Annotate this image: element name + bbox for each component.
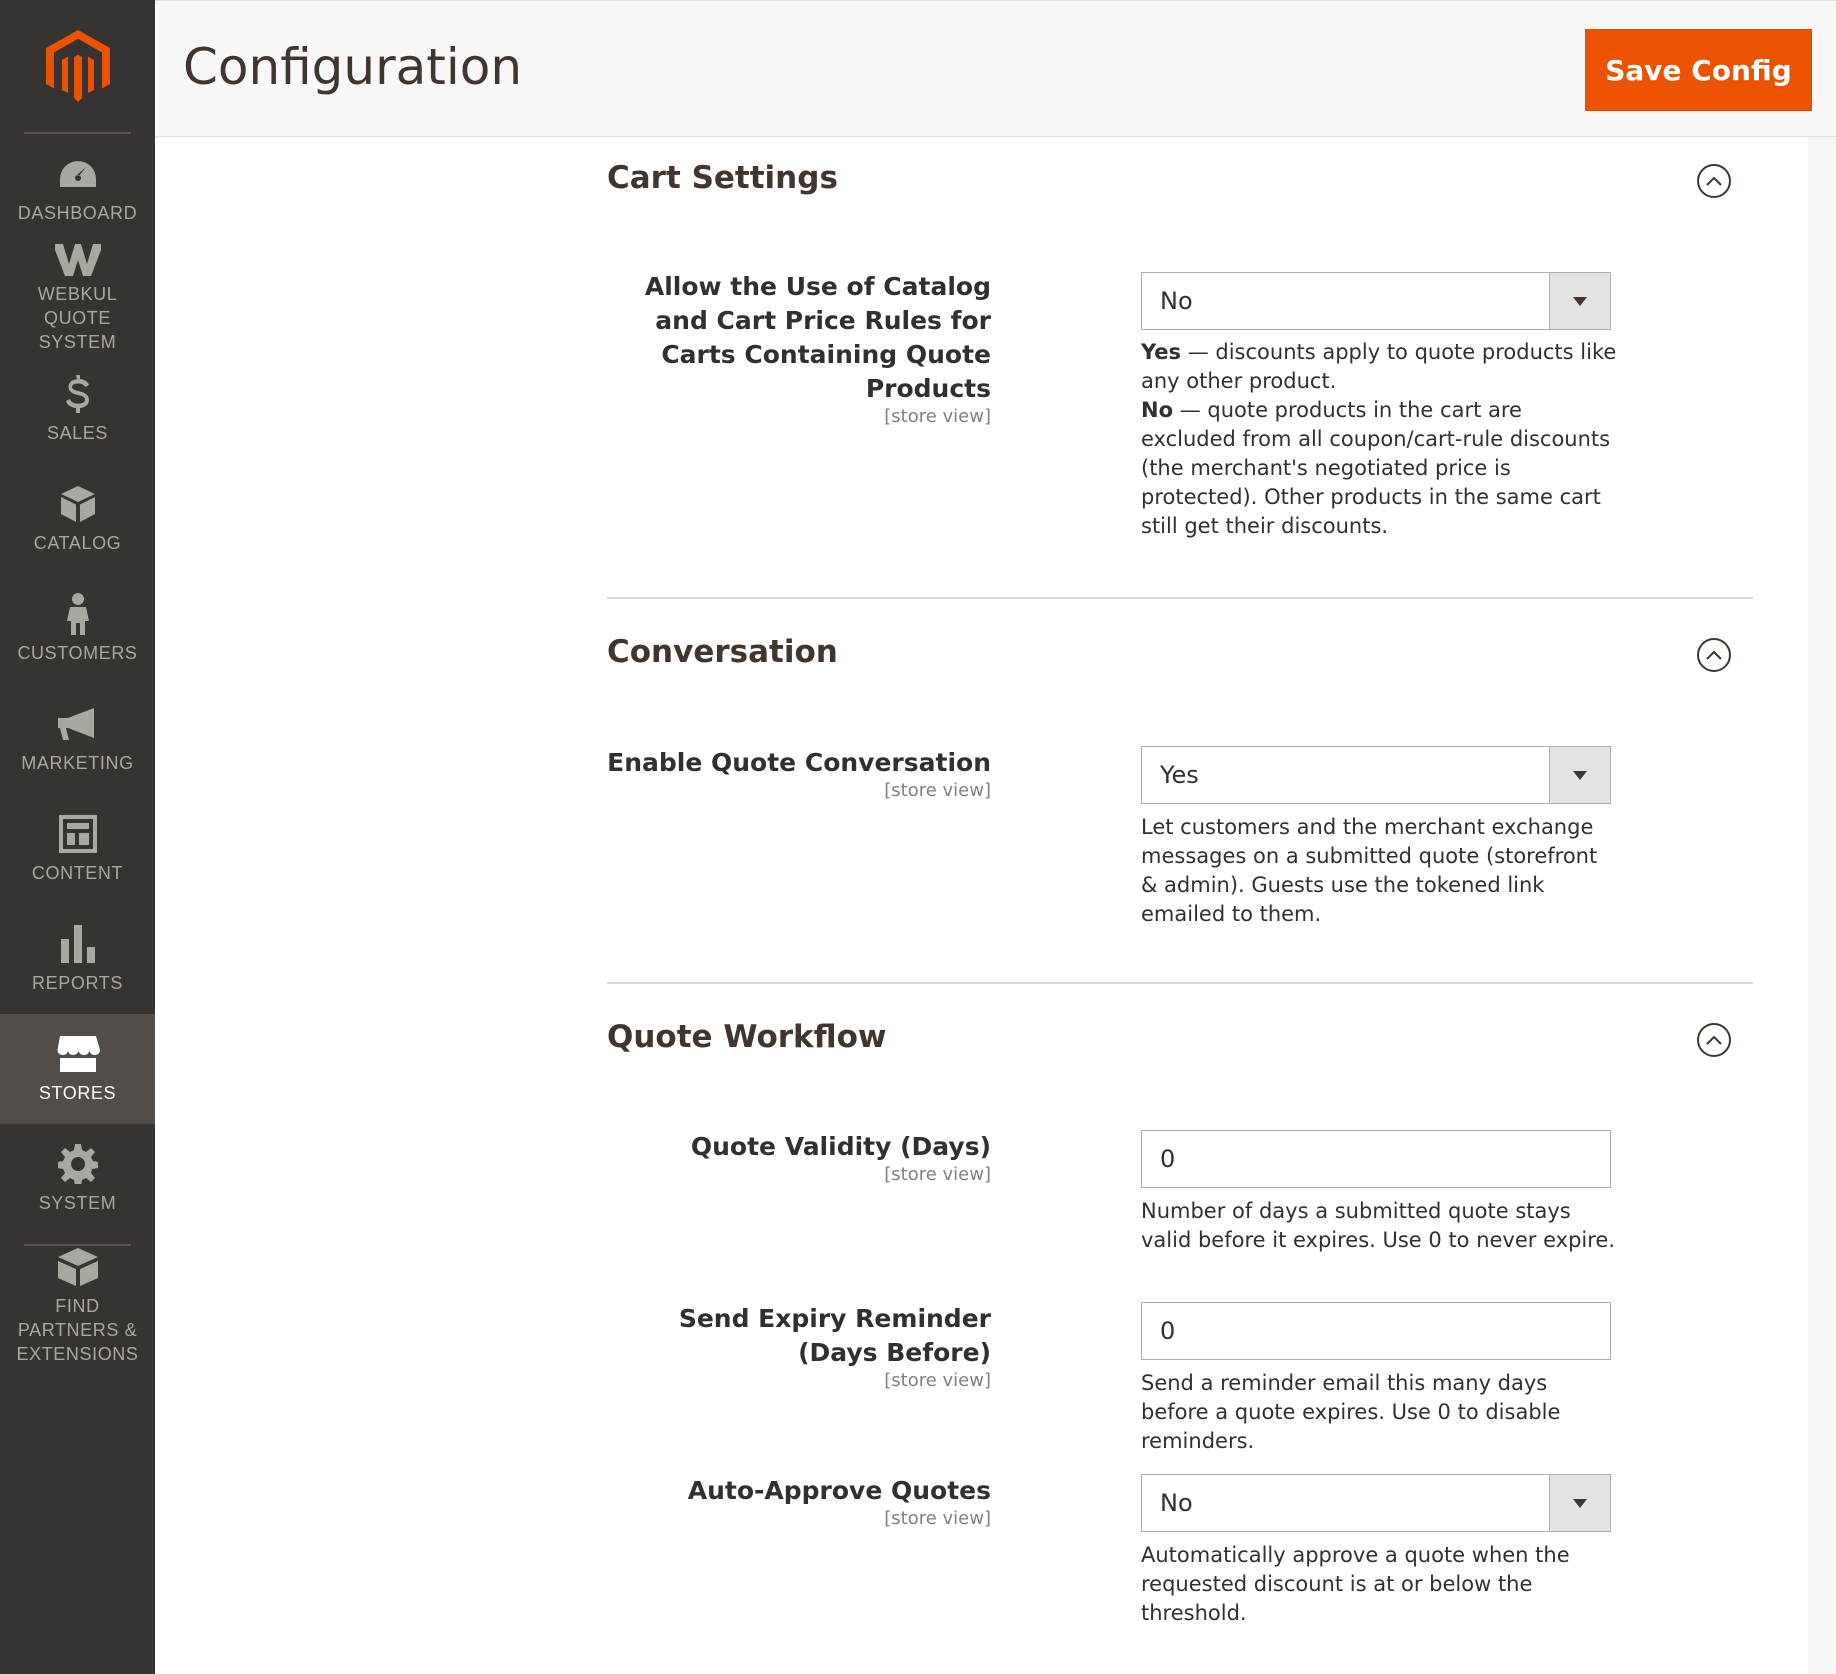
sidebar-item-customers[interactable]: CUSTOMERS (0, 574, 155, 684)
config-main: Cart Settings Allow the Use of Catalog a… (155, 138, 1808, 1674)
field-label: Enable Quote Conversation [store view] (607, 746, 991, 802)
field-label-text: Allow the Use of Catalog and Cart Price … (644, 272, 991, 403)
sidebar-item-label: CATALOG (33, 533, 122, 553)
chevron-up-icon (1706, 1035, 1722, 1045)
field-note: Yes — discounts apply to quote products … (1141, 338, 1617, 541)
box-icon (60, 483, 95, 525)
bar-chart-icon (60, 923, 95, 965)
note-text-no: — quote products in the cart are exclude… (1141, 398, 1611, 538)
collapse-toggle[interactable] (1697, 164, 1731, 198)
quote-validity-input[interactable]: 0 (1141, 1130, 1611, 1188)
field-note: Automatically approve a quote when the r… (1141, 1543, 1570, 1625)
sidebar-item-label: DASHBOARD (17, 203, 138, 223)
select-value: No (1160, 1489, 1193, 1517)
chevron-up-icon (1706, 650, 1722, 660)
person-icon (66, 593, 89, 635)
sidebar-item-stores[interactable]: STORES (0, 1014, 155, 1124)
scope-label: [store view] (884, 406, 991, 427)
input-value: 0 (1160, 1145, 1176, 1173)
field-note: Number of days a submitted quote stays v… (1141, 1199, 1615, 1252)
collapse-toggle[interactable] (1697, 638, 1731, 672)
sidebar-item-webkul-quote-system[interactable]: WEBKUL QUOTE SYSTEM (0, 244, 155, 354)
note-text-yes: — discounts apply to quote products like… (1141, 340, 1617, 393)
sidebar-item-content[interactable]: CONTENT (0, 794, 155, 904)
field-label-text: Quote Validity (Days) (690, 1132, 991, 1161)
logo[interactable] (0, 0, 155, 132)
field-note: Let customers and the merchant exchange … (1141, 815, 1598, 926)
catalog-rules-select[interactable]: No (1141, 272, 1611, 330)
select-value: Yes (1160, 761, 1199, 789)
field-label: Allow the Use of Catalog and Cart Price … (607, 270, 991, 428)
admin-sidebar: DASHBOARD WEBKUL QUOTE SYSTEM SALES CATA… (0, 0, 155, 1674)
field-note: Send a reminder email this many days bef… (1141, 1371, 1561, 1453)
input-value: 0 (1160, 1317, 1176, 1345)
auto-approve-select[interactable]: No (1141, 1474, 1611, 1532)
field-label-text: Enable Quote Conversation (607, 748, 991, 777)
scope-label: [store view] (884, 1370, 991, 1391)
section-divider (607, 982, 1753, 984)
scope-label: [store view] (884, 1164, 991, 1185)
sidebar-item-label: MARKETING (21, 753, 134, 773)
field-label-text: Send Expiry Reminder (Days Before) (678, 1304, 991, 1367)
gear-icon (57, 1143, 98, 1185)
sidebar-item-catalog[interactable]: CATALOG (0, 464, 155, 574)
collapse-toggle[interactable] (1697, 1023, 1731, 1057)
layout-icon (58, 813, 97, 855)
dropdown-arrow-icon (1549, 1475, 1610, 1531)
scope-label: [store view] (884, 780, 991, 801)
megaphone-icon (57, 703, 98, 745)
field-label: Auto-Approve Quotes [store view] (607, 1474, 991, 1530)
enable-conversation-select[interactable]: Yes (1141, 746, 1611, 804)
page-header: Configuration Save Config (155, 0, 1836, 137)
dropdown-arrow-icon (1549, 273, 1610, 329)
sidebar-item-label: SALES (46, 423, 109, 443)
note-term-yes: Yes (1141, 340, 1182, 364)
scope-label: [store view] (884, 1508, 991, 1529)
field-label-text: Auto-Approve Quotes (687, 1476, 991, 1505)
chevron-up-icon (1706, 176, 1722, 186)
sidebar-item-system[interactable]: SYSTEM (0, 1124, 155, 1234)
webkul-icon (54, 244, 101, 276)
section-title: Quote Workflow (607, 1019, 887, 1055)
sidebar-item-label: CONTENT (31, 863, 124, 883)
select-value: No (1160, 287, 1193, 315)
field-label: Send Expiry Reminder (Days Before) [stor… (607, 1302, 991, 1392)
storefront-icon (56, 1033, 100, 1075)
dropdown-arrow-icon (1549, 747, 1610, 803)
expiry-reminder-input[interactable]: 0 (1141, 1302, 1611, 1360)
section-divider (607, 597, 1753, 599)
sidebar-item-sales[interactable]: SALES (0, 354, 155, 464)
sidebar-item-reports[interactable]: REPORTS (0, 904, 155, 1014)
field-label: Quote Validity (Days) [store view] (607, 1130, 991, 1186)
speedometer-icon (58, 153, 98, 195)
page-title: Configuration (183, 38, 523, 96)
sidebar-item-marketing[interactable]: MARKETING (0, 684, 155, 794)
sidebar-item-label: SYSTEM (38, 1193, 117, 1213)
magento-logo-icon (45, 30, 110, 102)
dollar-icon (65, 373, 90, 415)
sidebar-item-label: WEBKUL QUOTE SYSTEM (37, 284, 118, 352)
sidebar-item-label: REPORTS (32, 973, 123, 993)
sidebar-item-label: FIND PARTNERS & EXTENSIONS (16, 1296, 139, 1364)
section-title: Conversation (607, 634, 838, 670)
sidebar-item-label: STORES (38, 1083, 117, 1103)
page-gutter (1808, 138, 1836, 1674)
sidebar-item-dashboard[interactable]: DASHBOARD (0, 134, 155, 244)
section-title: Cart Settings (607, 160, 838, 196)
save-config-button[interactable]: Save Config (1585, 29, 1812, 111)
sidebar-item-find-partners[interactable]: FIND PARTNERS & EXTENSIONS (0, 1246, 155, 1366)
note-term-no: No (1141, 398, 1174, 422)
sidebar-item-label: CUSTOMERS (17, 643, 138, 663)
blocks-icon (57, 1246, 98, 1288)
